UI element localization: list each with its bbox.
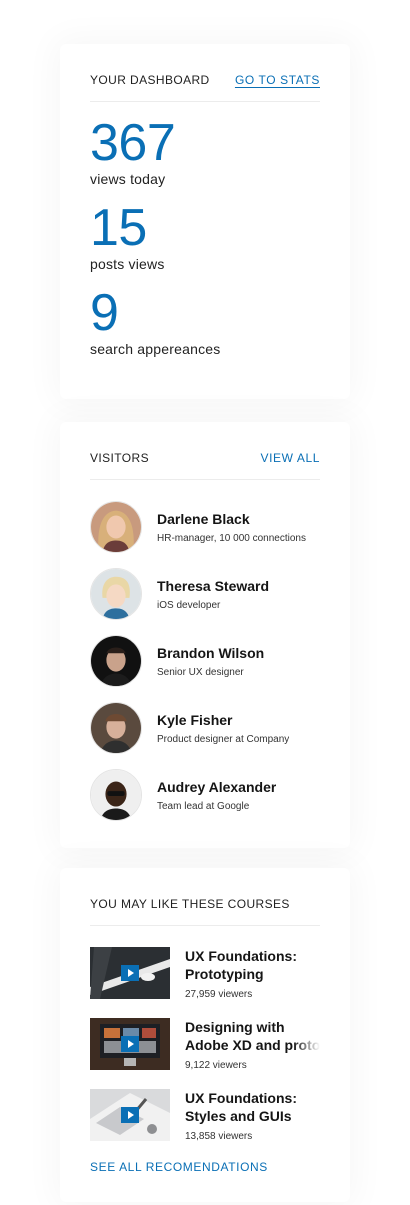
visitor-name: Kyle Fisher	[157, 711, 233, 728]
course-title-line: Prototyping	[185, 966, 264, 982]
stat-search-appearances: 9 search appereances	[90, 284, 320, 357]
stat-label: posts views	[90, 256, 165, 272]
go-to-stats-link[interactable]: GO TO STATS	[235, 73, 320, 87]
visitor-item[interactable]: Kyle Fisher Product designer at Company	[90, 702, 320, 754]
course-item[interactable]: UX Foundations: Styles and GUIs 13,858 v…	[90, 1089, 320, 1146]
courses-header: YOU MAY LIKE THESE COURSES	[90, 868, 320, 926]
stat-value: 367	[90, 114, 176, 172]
course-item[interactable]: UX Foundations: Prototyping 27,959 viewe…	[90, 947, 320, 1004]
course-viewers: 9,122 viewers	[185, 1060, 247, 1071]
play-icon	[121, 1107, 139, 1123]
avatar	[90, 568, 142, 620]
visitor-role: Senior UX designer	[157, 666, 244, 678]
play-icon	[121, 965, 139, 981]
course-viewers: 13,858 viewers	[185, 1131, 253, 1142]
stat-posts-views: 15 posts views	[90, 199, 320, 272]
stat-label: views today	[90, 171, 166, 187]
visitor-item[interactable]: Audrey Alexander Team lead at Google	[90, 769, 320, 821]
courses-title: YOU MAY LIKE THESE COURSES	[90, 896, 290, 911]
course-thumbnail[interactable]	[90, 947, 170, 999]
stat-value: 9	[90, 284, 119, 342]
dashboard-header: YOUR DASHBOARD GO TO STATS	[90, 44, 320, 102]
visitor-name: Audrey Alexander	[157, 778, 277, 795]
visitor-name: Darlene Black	[157, 510, 250, 527]
view-all-visitors-link[interactable]: VIEW ALL	[261, 451, 321, 465]
courses-card: YOU MAY LIKE THESE COURSES UX Foundation…	[60, 868, 350, 1202]
course-thumbnail[interactable]	[90, 1018, 170, 1070]
visitor-role: iOS developer	[157, 599, 221, 611]
avatar	[90, 702, 142, 754]
course-title-line: UX Foundations:	[185, 1090, 297, 1106]
course-list: UX Foundations: Prototyping 27,959 viewe…	[90, 947, 320, 1146]
visitor-role: Team lead at Google	[157, 800, 250, 812]
visitor-list: Darlene Black HR-manager, 10 000 connect…	[90, 501, 320, 821]
visitor-item[interactable]: Theresa Steward iOS developer	[90, 568, 320, 620]
stat-label: search appereances	[90, 341, 221, 357]
avatar	[90, 769, 142, 821]
avatar	[90, 635, 142, 687]
course-title-line: UX Foundations:	[185, 948, 297, 964]
course-viewers: 27,959 viewers	[185, 989, 253, 1000]
visitors-card: VISITORS VIEW ALL Darlene Black HR-manag…	[60, 422, 350, 848]
course-thumbnail[interactable]	[90, 1089, 170, 1141]
play-icon	[121, 1036, 139, 1052]
visitor-item[interactable]: Brandon Wilson Senior UX designer	[90, 635, 320, 687]
visitor-item[interactable]: Darlene Black HR-manager, 10 000 connect…	[90, 501, 320, 553]
visitor-name: Brandon Wilson	[157, 644, 265, 661]
see-all-recommendations-link[interactable]: SEE ALL RECOMENDATIONS	[90, 1160, 320, 1174]
course-title-line: Adobe XD and prototyping	[185, 1037, 320, 1053]
visitor-role: Product designer at Company	[157, 733, 290, 745]
stat-value: 15	[90, 199, 147, 257]
course-item[interactable]: Designing with Adobe XD and prototyping …	[90, 1018, 320, 1075]
avatar	[90, 501, 142, 553]
visitors-header: VISITORS VIEW ALL	[90, 422, 320, 480]
visitor-name: Theresa Steward	[157, 577, 270, 594]
stat-views-today: 367 views today	[90, 114, 320, 187]
visitors-title: VISITORS	[90, 450, 149, 465]
course-title-line: Designing with	[185, 1019, 285, 1035]
dashboard-title: YOUR DASHBOARD	[90, 72, 210, 87]
dashboard-card: YOUR DASHBOARD GO TO STATS 367 views tod…	[60, 44, 350, 399]
course-title-line: Styles and GUIs	[185, 1108, 292, 1124]
visitor-role: HR-manager, 10 000 connections	[157, 532, 306, 544]
